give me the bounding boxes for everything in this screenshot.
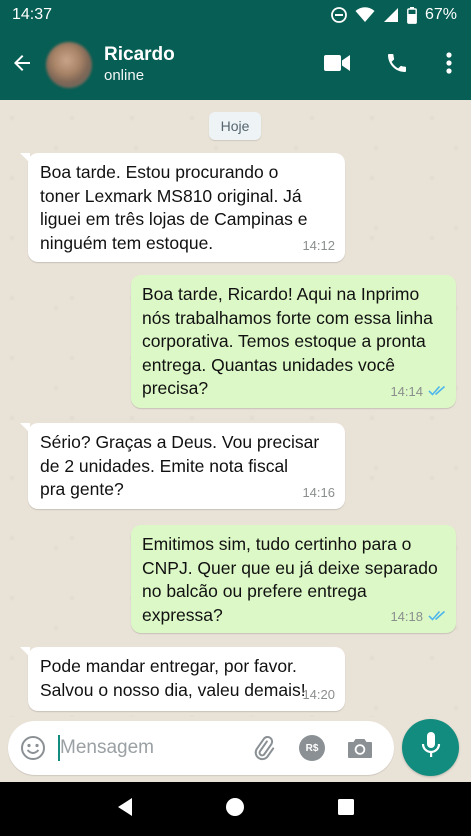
date-chip: Hoje — [209, 112, 261, 140]
nav-home-icon — [225, 797, 245, 822]
read-ticks-icon — [428, 605, 446, 629]
back-arrow-icon — [10, 51, 34, 80]
composer: R$ — [0, 717, 471, 782]
message-incoming[interactable]: Boa tarde. Estou procurando o toner Lexm… — [20, 153, 345, 262]
message-list[interactable]: Hoje Boa tarde. Estou procurando o toner… — [0, 100, 471, 717]
camera-icon[interactable] — [346, 734, 374, 762]
message-line: ninguém tem estoque. — [40, 232, 214, 253]
message-line: CNPJ. Quer que eu já deixe separado — [142, 557, 438, 578]
wifi-icon — [355, 7, 375, 23]
message-incoming[interactable]: Sério? Graças a Deus. Vou precisar de 2 … — [20, 423, 345, 509]
emoji-icon[interactable] — [20, 735, 46, 761]
contact-name: Ricardo — [104, 44, 175, 65]
message-input[interactable] — [60, 733, 240, 763]
message-time: 14:18 — [390, 608, 423, 624]
message-line: pra gente? — [40, 479, 124, 499]
avatar[interactable] — [46, 42, 92, 88]
status-bar: 14:37 67% — [0, 0, 471, 30]
status-icons: 67% — [331, 6, 457, 24]
payment-icon[interactable]: R$ — [299, 735, 325, 761]
message-meta: 14:16 — [302, 481, 335, 505]
message-meta: 14:12 — [302, 234, 335, 258]
more-vert-icon — [446, 51, 452, 79]
message-meta: 14:20 — [302, 683, 335, 707]
message-line: no balcão ou prefere entrega — [142, 581, 367, 601]
more-options-button[interactable] — [427, 30, 471, 100]
message-text: Boa tarde. Estou procurando o toner Lexm… — [40, 161, 333, 255]
battery-percent: 67% — [424, 6, 457, 23]
nav-recents-button[interactable] — [331, 794, 361, 824]
nav-home-button[interactable] — [220, 794, 250, 824]
message-incoming[interactable]: Pode mandar entregar, por favor. Salvou … — [20, 647, 345, 711]
mic-icon — [420, 731, 442, 764]
system-nav-bar — [0, 782, 471, 836]
chat-header: Ricardo online — [0, 30, 471, 100]
message-line: Emitimos sim, tudo certinho para o — [142, 534, 412, 554]
message-line: Salvou o nosso dia, valeu demais! — [40, 679, 306, 700]
message-time: 14:12 — [302, 237, 335, 253]
message-line: Sério? Graças a Deus. Vou precisar — [40, 432, 320, 452]
nav-back-icon — [116, 797, 134, 822]
phone-icon — [385, 51, 409, 80]
nav-back-button[interactable] — [110, 794, 140, 824]
message-line: Pode mandar entregar, por favor. — [40, 656, 297, 676]
do-not-disturb-icon — [331, 7, 347, 23]
message-line: liguei em três lojas de Campinas e — [40, 209, 308, 229]
status-time: 14:37 — [12, 6, 53, 23]
contact-info[interactable]: Ricardo online — [104, 44, 307, 86]
message-line: corporativa. Temos estoque a pronta — [142, 331, 426, 351]
message-text: Pode mandar entregar, por favor. Salvou … — [40, 655, 333, 702]
message-time: 14:14 — [390, 383, 423, 399]
back-button[interactable] — [0, 30, 44, 100]
signal-icon — [383, 7, 399, 23]
message-outgoing[interactable]: Boa tarde, Ricardo! Aqui na Inprimo nós … — [131, 275, 456, 408]
message-meta: 14:14 — [390, 380, 446, 404]
message-line: toner Lexmark MS810 original. Já — [40, 185, 302, 206]
video-call-button[interactable] — [307, 30, 367, 100]
message-outgoing[interactable]: Emitimos sim, tudo certinho para o CNPJ.… — [131, 525, 456, 633]
message-line: nós trabalhamos forte com essa linha — [142, 307, 433, 328]
mic-button[interactable] — [402, 719, 459, 776]
attach-icon[interactable] — [251, 735, 277, 761]
video-call-icon — [324, 54, 350, 77]
message-line: de 2 unidades. Emite nota fiscal — [40, 455, 289, 476]
voice-call-button[interactable] — [367, 30, 427, 100]
message-line: Boa tarde, Ricardo! Aqui na Inprimo — [142, 284, 420, 304]
message-input-bar: R$ — [8, 721, 394, 775]
message-line: entrega. Quantas unidades você — [142, 354, 395, 375]
header-actions — [307, 30, 471, 100]
message-time: 14:16 — [302, 484, 335, 500]
message-time: 14:20 — [302, 686, 335, 702]
message-text: Sério? Graças a Deus. Vou precisar de 2 … — [40, 431, 333, 502]
contact-status: online — [104, 67, 145, 84]
message-line: Boa tarde. Estou procurando o — [40, 162, 279, 182]
message-meta: 14:18 — [390, 605, 446, 629]
read-ticks-icon — [428, 380, 446, 404]
battery-icon — [407, 6, 417, 24]
nav-recents-icon — [337, 798, 355, 821]
